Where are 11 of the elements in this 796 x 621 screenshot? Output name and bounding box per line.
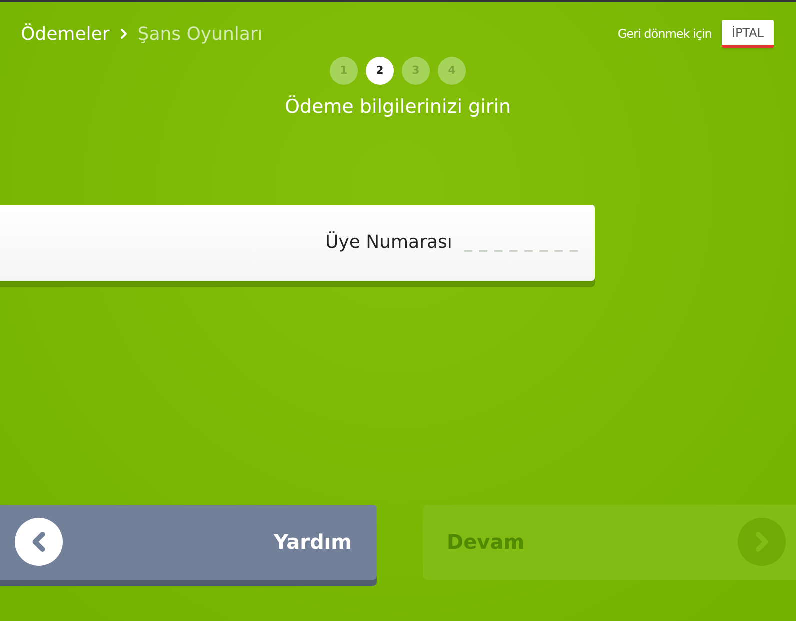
field-placeholder: _ _ _ _ _ _ _ _ [464,232,579,254]
back-icon [15,518,63,566]
step-indicator: 2 [366,57,394,85]
cancel-button[interactable]: İPTAL [722,20,774,48]
breadcrumb-item[interactable]: Ödemeler [21,20,110,48]
field-label: Üye Numarası [326,230,452,255]
breadcrumb-item: Şans Oyunları [138,22,263,46]
page-title: Ödeme bilgilerinizi girin [284,94,512,120]
help-button[interactable]: Yardım [0,504,377,580]
cancel-hint: Geri dönmek için [618,26,712,43]
member-number-field[interactable]: Üye Numarası _ _ _ _ _ _ _ _ [0,204,595,280]
